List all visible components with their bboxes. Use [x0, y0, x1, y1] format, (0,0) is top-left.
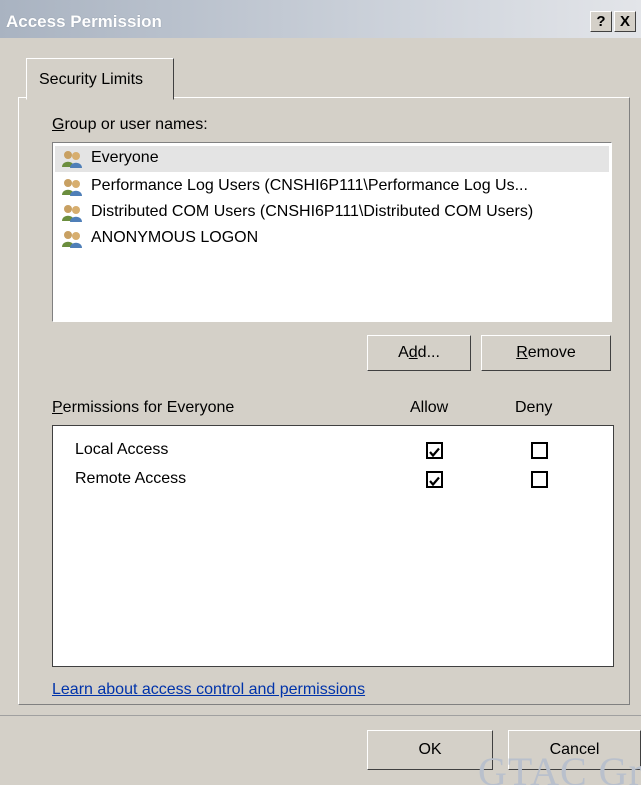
permissions-label-accesskey: P: [52, 399, 63, 416]
users-icon: [62, 151, 82, 168]
access-permission-dialog: Access Permission ? X Security Limits Gr…: [0, 0, 641, 785]
add-button-label-a: A: [398, 344, 409, 361]
group-label-accesskey: G: [52, 116, 65, 133]
group-user-list[interactable]: Everyone Performance Log Users (CNSHI6P1…: [52, 142, 612, 322]
users-icon: [62, 231, 82, 248]
users-icon: [62, 179, 82, 196]
permission-row-local-access: Local Access: [53, 439, 613, 465]
add-button-label-rest: d...: [417, 344, 440, 361]
tab-strip: Security Limits: [0, 58, 641, 100]
checkmark-icon: [429, 447, 440, 458]
deny-checkbox[interactable]: [531, 442, 548, 459]
list-item[interactable]: Performance Log Users (CNSHI6P111\Perfor…: [61, 174, 606, 200]
permission-row-remote-access: Remote Access: [53, 468, 613, 494]
remove-button[interactable]: Remove: [481, 335, 611, 371]
permissions-label: Permissions for Everyone: [52, 399, 234, 417]
tab-security-limits[interactable]: Security Limits: [26, 58, 174, 100]
watermark: GTAC Gre: [478, 749, 641, 785]
list-item-label: Performance Log Users (CNSHI6P111\Perfor…: [91, 177, 528, 194]
add-button[interactable]: Ad d...: [367, 335, 471, 371]
permissions-list: Local Access Remote Access: [52, 425, 614, 667]
help-button[interactable]: ?: [590, 11, 612, 32]
group-list-label: Group or user names:: [52, 116, 208, 134]
remove-button-accesskey: R: [516, 344, 528, 361]
deny-checkbox[interactable]: [531, 471, 548, 488]
permission-name: Remote Access: [75, 470, 187, 487]
allow-column-header: Allow: [410, 399, 449, 416]
list-item[interactable]: ANONYMOUS LOGON: [61, 226, 606, 252]
permissions-label-text: ermissions for Everyone: [62, 399, 235, 416]
window-title: Access Permission: [6, 12, 162, 31]
group-label-text: roup or user names:: [64, 116, 208, 133]
users-icon: [62, 205, 82, 222]
checkmark-icon: [429, 476, 440, 487]
learn-more-link[interactable]: Learn about access control and permissio…: [52, 681, 365, 699]
list-item[interactable]: Everyone: [55, 146, 609, 172]
ok-button[interactable]: OK: [367, 730, 493, 770]
list-item-label: ANONYMOUS LOGON: [91, 229, 259, 246]
allow-checkbox[interactable]: [426, 471, 443, 488]
title-bar[interactable]: Access Permission ? X: [0, 0, 641, 38]
list-item-label: Distributed COM Users (CNSHI6P111\Distri…: [91, 203, 534, 220]
close-button[interactable]: X: [614, 11, 636, 32]
allow-checkbox[interactable]: [426, 442, 443, 459]
footer-divider: [0, 715, 641, 716]
permission-name: Local Access: [75, 441, 169, 458]
add-button-accesskey: d: [408, 344, 418, 361]
list-item-label: Everyone: [91, 149, 159, 166]
deny-column-header: Deny: [515, 399, 553, 416]
list-item[interactable]: Distributed COM Users (CNSHI6P111\Distri…: [61, 200, 606, 226]
tab-label: Security Limits: [39, 71, 144, 88]
remove-button-label: emove: [527, 344, 576, 361]
